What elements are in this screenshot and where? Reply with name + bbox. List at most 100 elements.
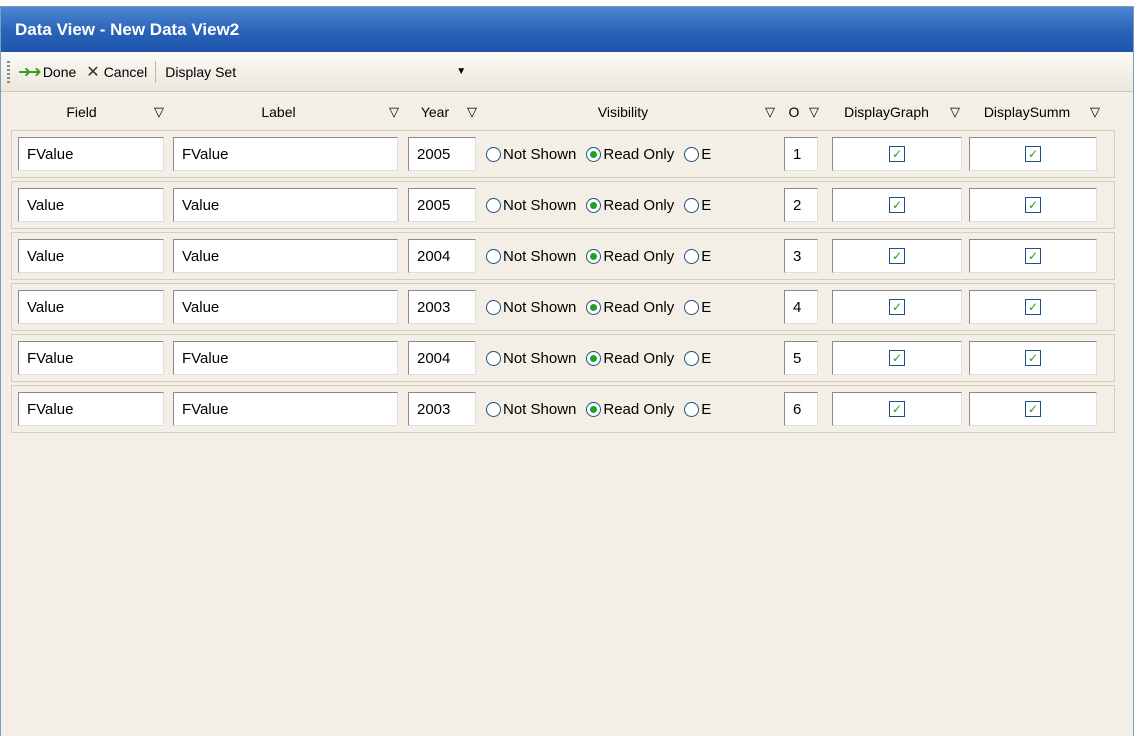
display-summ-checkbox[interactable]: ✓: [1025, 350, 1041, 366]
order-cell: 1: [782, 131, 826, 177]
label-input[interactable]: FValue: [173, 341, 398, 375]
field-input[interactable]: FValue: [18, 392, 164, 426]
radio-icon: [684, 248, 700, 264]
funnel-icon[interactable]: ▽: [807, 104, 825, 120]
radio-read-only[interactable]: Read Only: [586, 401, 674, 418]
label-input[interactable]: Value: [173, 239, 398, 273]
order-input[interactable]: 5: [784, 341, 818, 375]
order-input[interactable]: 2: [784, 188, 818, 222]
display-summ-checkbox[interactable]: ✓: [1025, 401, 1041, 417]
order-cell: 2: [782, 182, 826, 228]
header-display-summ[interactable]: DisplaySumm ▽: [966, 97, 1106, 127]
visibility-cell: Not Shown Read Only E: [484, 182, 782, 228]
funnel-icon[interactable]: ▽: [465, 104, 483, 120]
display-graph-checkbox[interactable]: ✓: [889, 248, 905, 264]
header-visibility[interactable]: Visibility ▽: [483, 97, 781, 127]
display-graph-cell: ✓: [826, 386, 967, 432]
label-input[interactable]: Value: [173, 188, 398, 222]
display-summ-cell: ✓: [967, 182, 1107, 228]
table-row: Value Value 2005 Not Shown Read Only E 2…: [11, 181, 1115, 229]
funnel-icon[interactable]: ▽: [948, 104, 966, 120]
display-set-dropdown[interactable]: ▼: [242, 60, 474, 84]
year-input[interactable]: 2005: [408, 188, 476, 222]
label-input[interactable]: Value: [173, 290, 398, 324]
done-button[interactable]: ➜➜ Done: [18, 62, 76, 82]
funnel-icon[interactable]: ▽: [152, 104, 170, 120]
order-cell: 3: [782, 233, 826, 279]
field-input[interactable]: Value: [18, 188, 164, 222]
order-input[interactable]: 3: [784, 239, 818, 273]
header-order[interactable]: O ▽: [781, 97, 825, 127]
label-input[interactable]: FValue: [173, 137, 398, 171]
radio-editable[interactable]: E: [684, 248, 711, 265]
display-graph-checkbox[interactable]: ✓: [889, 146, 905, 162]
display-graph-cell: ✓: [826, 284, 967, 330]
radio-editable[interactable]: E: [684, 299, 711, 316]
funnel-icon[interactable]: ▽: [387, 104, 405, 120]
display-graph-checkbox[interactable]: ✓: [889, 350, 905, 366]
display-summ-checkbox[interactable]: ✓: [1025, 197, 1041, 213]
order-input[interactable]: 4: [784, 290, 818, 324]
cancel-label: Cancel: [103, 63, 148, 80]
field-input[interactable]: Value: [18, 239, 164, 273]
display-set-label: Display Set: [165, 63, 237, 80]
field-cell: Value: [12, 284, 171, 330]
label-input[interactable]: FValue: [173, 392, 398, 426]
visibility-cell: Not Shown Read Only E: [484, 386, 782, 432]
window-title: Data View - New Data View2: [1, 7, 1133, 52]
display-summ-checkbox[interactable]: ✓: [1025, 299, 1041, 315]
radio-not-shown[interactable]: Not Shown: [486, 350, 576, 367]
label-cell: Value: [171, 233, 406, 279]
display-summ-box: ✓: [969, 188, 1097, 222]
year-cell: 2003: [406, 284, 484, 330]
field-cell: Value: [12, 182, 171, 228]
display-graph-cell: ✓: [826, 131, 967, 177]
cancel-button[interactable]: ✕ Cancel: [86, 62, 147, 82]
radio-read-only[interactable]: Read Only: [586, 248, 674, 265]
display-summ-box: ✓: [969, 341, 1097, 375]
radio-not-shown[interactable]: Not Shown: [486, 146, 576, 163]
display-graph-checkbox[interactable]: ✓: [889, 197, 905, 213]
field-input[interactable]: FValue: [18, 341, 164, 375]
radio-not-shown[interactable]: Not Shown: [486, 248, 576, 265]
radio-not-shown[interactable]: Not Shown: [486, 197, 576, 214]
year-input[interactable]: 2003: [408, 290, 476, 324]
year-cell: 2005: [406, 182, 484, 228]
order-input[interactable]: 1: [784, 137, 818, 171]
field-input[interactable]: Value: [18, 290, 164, 324]
visibility-cell: Not Shown Read Only E: [484, 284, 782, 330]
radio-editable[interactable]: E: [684, 350, 711, 367]
display-summ-checkbox[interactable]: ✓: [1025, 248, 1041, 264]
radio-not-shown[interactable]: Not Shown: [486, 299, 576, 316]
header-field[interactable]: Field ▽: [11, 97, 170, 127]
year-input[interactable]: 2005: [408, 137, 476, 171]
radio-read-only[interactable]: Read Only: [586, 299, 674, 316]
radio-editable[interactable]: E: [684, 197, 711, 214]
field-cell: FValue: [12, 386, 171, 432]
radio-editable[interactable]: E: [684, 401, 711, 418]
year-input[interactable]: 2004: [408, 341, 476, 375]
radio-not-shown[interactable]: Not Shown: [486, 401, 576, 418]
toolbar-grip[interactable]: [7, 60, 10, 83]
radio-read-only[interactable]: Read Only: [586, 146, 674, 163]
toolbar: ➜➜ Done ✕ Cancel Display Set ▼: [1, 52, 1133, 92]
order-input[interactable]: 6: [784, 392, 818, 426]
visibility-radio-group: Not Shown Read Only E: [486, 146, 721, 163]
funnel-icon[interactable]: ▽: [763, 104, 781, 120]
field-input[interactable]: FValue: [18, 137, 164, 171]
header-year[interactable]: Year ▽: [405, 97, 483, 127]
radio-read-only[interactable]: Read Only: [586, 197, 674, 214]
funnel-icon[interactable]: ▽: [1088, 104, 1106, 120]
year-input[interactable]: 2003: [408, 392, 476, 426]
radio-editable[interactable]: E: [684, 146, 711, 163]
display-graph-cell: ✓: [826, 182, 967, 228]
header-display-graph[interactable]: DisplayGraph ▽: [825, 97, 966, 127]
label-cell: FValue: [171, 386, 406, 432]
display-graph-checkbox[interactable]: ✓: [889, 299, 905, 315]
radio-read-only[interactable]: Read Only: [586, 350, 674, 367]
field-cell: Value: [12, 233, 171, 279]
display-graph-checkbox[interactable]: ✓: [889, 401, 905, 417]
year-input[interactable]: 2004: [408, 239, 476, 273]
header-label[interactable]: Label ▽: [170, 97, 405, 127]
display-summ-checkbox[interactable]: ✓: [1025, 146, 1041, 162]
